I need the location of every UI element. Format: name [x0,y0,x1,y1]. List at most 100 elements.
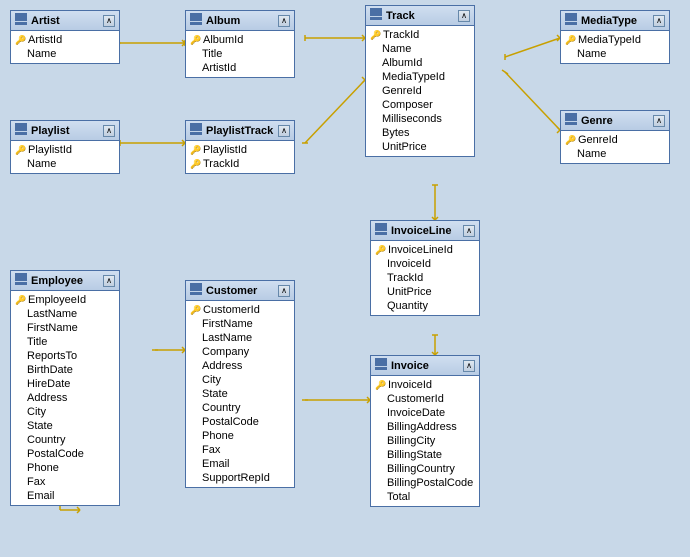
field-name: BillingState [387,449,442,461]
field-row: Name [11,157,119,171]
field-row: LastName [11,307,119,321]
field-row: Address [11,391,119,405]
field-name: BillingCity [387,435,435,447]
table-fields: 🔑AlbumId Title ArtistId [186,31,294,77]
field-row: Milliseconds [366,112,474,126]
field-name: Fax [202,444,220,456]
field-name: Title [202,48,222,60]
table-title: Genre [581,115,649,127]
field-row: BillingAddress [371,420,479,434]
field-row: Email [11,489,119,503]
field-row: City [186,373,294,387]
table-customer: Customer∧🔑CustomerIdFirstNameLastNameCom… [185,280,295,488]
field-row: Composer [366,98,474,112]
field-row: 🔑InvoiceId [371,378,479,392]
field-row: PostalCode [186,415,294,429]
field-name: ArtistId [202,62,236,74]
table-title: InvoiceLine [391,225,459,237]
table-fields: 🔑ArtistIdName [11,31,119,63]
field-name: PostalCode [202,416,259,428]
field-name: AlbumId [203,34,243,46]
field-name: CustomerId [203,304,260,316]
field-name: Phone [27,462,59,474]
table-header-mediatype: MediaType ∧ [561,11,669,31]
field-row: Phone [11,461,119,475]
table-header-playlisttrack: PlaylistTrack∧ [186,121,294,141]
field-row: PostalCode [11,447,119,461]
table-header-artist: Artist ∧ [11,11,119,31]
table-icon [375,358,387,373]
field-row: 🔑EmployeeId [11,293,119,307]
field-name: BirthDate [27,364,73,376]
field-row: City [11,405,119,419]
field-name: EmployeeId [28,294,86,306]
field-row: Bytes [366,126,474,140]
table-icon [375,223,387,238]
expand-button[interactable]: ∧ [463,360,475,372]
expand-button[interactable]: ∧ [278,15,290,27]
expand-button[interactable]: ∧ [463,225,475,237]
field-row: HireDate [11,377,119,391]
primary-key-icon: 🔑 [375,380,385,391]
field-row: 🔑MediaTypeId [561,33,669,47]
field-name: State [27,420,53,432]
table-fields: 🔑GenreIdName [561,131,669,163]
field-row: TrackId [371,271,479,285]
expand-button[interactable]: ∧ [458,10,470,22]
field-name: MediaTypeId [578,34,641,46]
field-name: TrackId [383,29,419,41]
field-row: UnitPrice [366,140,474,154]
expand-button[interactable]: ∧ [103,15,115,27]
table-invoice: Invoice∧🔑InvoiceIdCustomerIdInvoiceDateB… [370,355,480,507]
field-name: Total [387,491,410,503]
erd-canvas: Artist∧🔑ArtistIdNameAlbum∧🔑AlbumIdTitleA… [0,0,690,557]
expand-button[interactable]: ∧ [103,125,115,137]
field-name: GenreId [382,85,422,97]
expand-button[interactable]: ∧ [103,275,115,287]
field-row: BillingCity [371,434,479,448]
field-row: SupportRepId [186,471,294,485]
field-row: InvoiceId [371,257,479,271]
field-name: Address [202,360,242,372]
field-row: Country [11,433,119,447]
field-name: InvoiceLineId [388,244,453,256]
field-row: Total [371,490,479,504]
primary-key-icon: 🔑 [565,35,575,46]
expand-button[interactable]: ∧ [278,285,290,297]
table-title: Artist [31,15,99,27]
field-name: BillingCountry [387,463,455,475]
field-name: TrackId [203,158,239,170]
field-row: 🔑PlaylistId [186,143,294,157]
table-header-playlist: Playlist∧ [11,121,119,141]
field-row: 🔑GenreId [561,133,669,147]
field-row: AlbumId [366,56,474,70]
primary-key-icon: 🔑 [190,159,200,170]
field-row: Name [366,42,474,56]
table-album: Album∧🔑AlbumIdTitleArtistId [185,10,295,78]
field-row: 🔑TrackId [366,28,474,42]
field-name: BillingAddress [387,421,457,433]
table-title: Track [386,10,454,22]
field-name: MediaTypeId [382,71,445,83]
table-title: MediaType [581,15,649,27]
table-fields: 🔑TrackIdNameAlbumId MediaTypeId GenreIdCom… [366,26,474,156]
field-row: Fax [186,443,294,457]
field-row: BillingState [371,448,479,462]
primary-key-icon: 🔑 [190,35,200,46]
field-name: AlbumId [382,57,422,69]
field-name: Phone [202,430,234,442]
table-fields: 🔑EmployeeIdLastNameFirstNameTitleReports… [11,291,119,505]
field-name: Country [27,434,66,446]
primary-key-icon: 🔑 [15,295,25,306]
field-row: GenreId [366,84,474,98]
field-row: FirstName [186,317,294,331]
expand-button[interactable]: ∧ [653,15,665,27]
field-row: State [186,387,294,401]
table-title: Customer [206,285,274,297]
expand-button[interactable]: ∧ [653,115,665,127]
field-row: Address [186,359,294,373]
field-row: Title [11,335,119,349]
field-row: Company [186,345,294,359]
field-row: UnitPrice [371,285,479,299]
expand-button[interactable]: ∧ [278,125,290,137]
